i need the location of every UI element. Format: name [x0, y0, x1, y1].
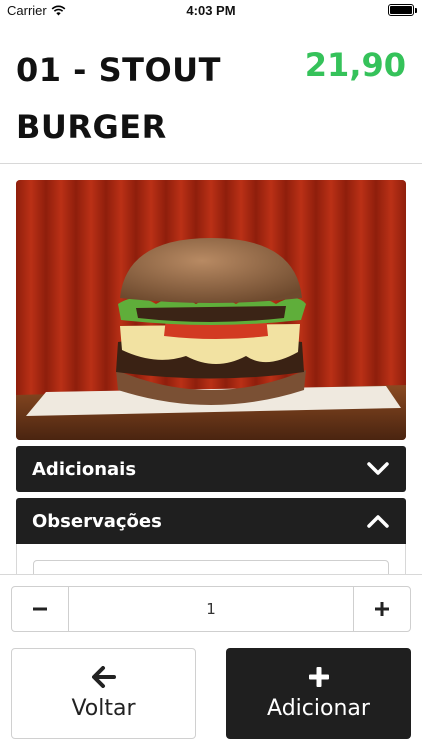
status-time: 4:03 PM — [186, 3, 236, 18]
chevron-down-icon — [366, 457, 390, 481]
minus-icon — [33, 607, 47, 611]
section-adicionais-label: Adicionais — [32, 458, 137, 480]
decrease-button[interactable] — [12, 587, 68, 631]
product-header: 01 - STOUT BURGER 21,90 — [0, 22, 422, 164]
product-title: 01 - STOUT BURGER — [16, 51, 221, 146]
back-button-label: Voltar — [71, 696, 136, 721]
arrow-left-icon — [91, 666, 116, 688]
add-to-cart-button[interactable]: Adicionar — [226, 648, 411, 739]
status-bar: Carrier 4:03 PM — [0, 0, 422, 22]
plus-icon — [375, 602, 389, 616]
section-observacoes-label: Observações — [32, 510, 162, 532]
quantity-value[interactable]: 1 — [68, 587, 354, 631]
quantity-stepper: 1 — [11, 586, 411, 632]
divider — [0, 574, 422, 575]
burger-photo — [16, 180, 406, 440]
observacoes-body — [16, 544, 406, 574]
plus-icon — [308, 667, 329, 687]
add-button-label: Adicionar — [267, 696, 370, 721]
section-observacoes[interactable]: Observações — [16, 498, 406, 544]
observacoes-input[interactable] — [33, 560, 389, 574]
section-adicionais[interactable]: Adicionais — [16, 446, 406, 492]
back-button[interactable]: Voltar — [11, 648, 196, 739]
increase-button[interactable] — [354, 587, 410, 631]
chevron-up-icon — [366, 509, 390, 533]
battery-icon — [388, 4, 417, 16]
product-image — [16, 180, 406, 440]
product-price: 21,90 — [304, 46, 406, 84]
